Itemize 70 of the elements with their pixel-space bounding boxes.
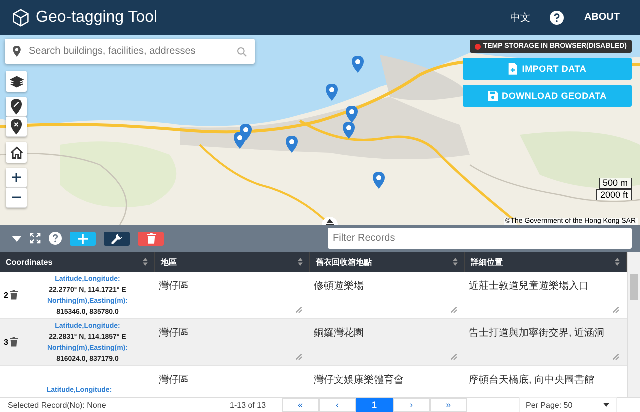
table-cell[interactable]: 近莊士敦道兒童遊樂場入口 [469,281,589,292]
settings-button[interactable] [104,232,130,246]
selected-record-text: Selected Record(No): None [8,400,108,410]
sort-icon [143,258,148,266]
trash-icon [146,233,156,244]
language-link[interactable]: 中文 [510,10,530,24]
table-cell[interactable]: 灣仔區 [159,281,189,292]
map-pin-icon[interactable] [343,122,355,139]
column-header[interactable]: 地區 [155,252,310,272]
trash-icon[interactable] [10,337,18,347]
help-icon[interactable] [550,10,564,24]
search-field[interactable]: Search buildings, facilities, addresses [27,45,231,58]
filter-field[interactable]: Filter Records [328,228,632,249]
app-title: Geo-tagging Tool [36,8,158,26]
page-button[interactable]: « [282,398,319,412]
home-button[interactable] [6,142,27,163]
row-number: 3 [4,338,8,346]
column-header[interactable]: Coordinates [0,252,155,272]
location-pin-icon [13,46,21,57]
table-cell[interactable]: 修頓遊樂場 [314,281,364,292]
table-cell[interactable]: 灣仔文娛康樂體育會 [314,375,404,386]
resize-grip-icon [451,354,457,360]
column-header[interactable]: 舊衣回收箱地點 [310,252,465,272]
resize-grip-icon [296,307,302,313]
resize-grip-icon [296,354,302,360]
page-button[interactable]: » [430,398,467,412]
map-pin-icon[interactable] [286,136,298,153]
map-pin-icon[interactable] [373,172,385,189]
map-scale-bar: 500 m 2000 ft [596,178,632,200]
map-pin-icon[interactable] [346,106,358,123]
add-marker-button[interactable] [6,97,27,117]
table-cell[interactable]: 摩頓台天橋底, 向中央圖書館 [469,375,595,386]
sort-icon [298,258,303,266]
delete-button[interactable] [138,232,164,246]
zoom-out-button[interactable] [6,188,27,208]
page-button[interactable]: 1 [356,398,393,412]
resize-grip-icon [613,307,619,313]
page-button[interactable]: ‹ [319,398,356,412]
map-pin-icon[interactable] [234,132,246,149]
map-pin-icon[interactable] [352,56,364,73]
per-page-select[interactable]: Per Page: 50 [519,397,617,412]
layers-button[interactable] [6,71,27,92]
table-cell[interactable]: 灣仔區 [159,375,189,386]
resize-grip-icon [451,307,457,313]
fullscreen-icon[interactable] [30,233,41,244]
wrench-icon [111,232,123,244]
collapse-caret-icon[interactable] [12,236,22,242]
about-link[interactable]: ABOUT [584,12,620,23]
table-cell[interactable]: 告士打道與加寧街交界, 近涵洞 [469,328,605,339]
map-pin-icon[interactable] [326,84,338,101]
record-range-text: 1-13 of 13 [230,400,268,410]
cube-logo-icon [12,8,30,26]
caret-icon [603,403,610,407]
row-number: 2 [4,290,8,300]
table-cell[interactable]: 灣仔區 [159,328,189,339]
search-icon[interactable] [237,46,247,56]
page-button[interactable]: › [393,398,430,412]
sort-icon [453,258,458,266]
scrollbar[interactable] [627,252,640,397]
add-record-button[interactable] [70,232,96,246]
search-bar[interactable]: Search buildings, facilities, addresses [5,39,255,64]
zoom-in-button[interactable] [6,168,27,188]
trash-icon[interactable] [10,290,18,300]
plus-icon [12,173,21,182]
resize-grip-icon [613,354,619,360]
table-cell[interactable]: 銅鑼灣花園 [314,328,364,339]
remove-marker-button[interactable] [6,117,27,137]
file-plus-icon [508,63,518,75]
plus-icon [78,234,88,244]
sort-icon [615,258,620,266]
